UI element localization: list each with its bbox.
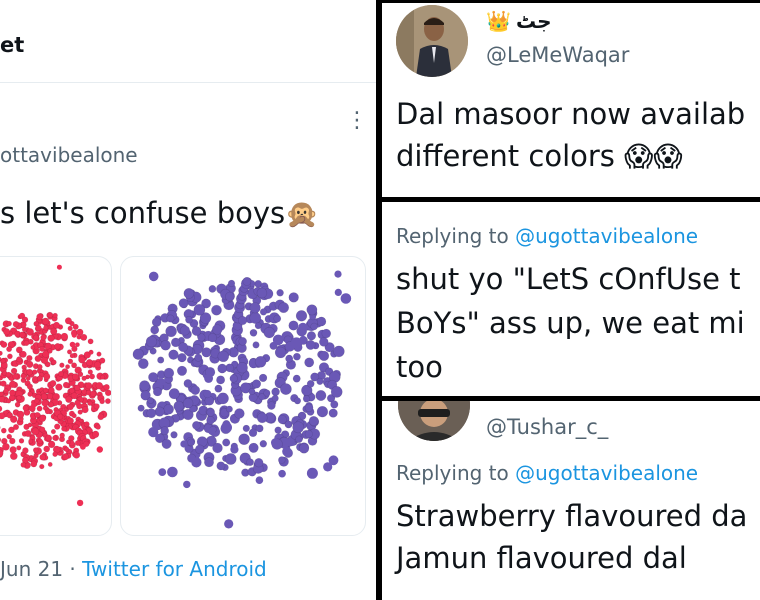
reply-text-line-2: different colors 😱😱 [396,139,683,173]
tweet-text: s let's confuse boys🙊 [0,196,319,230]
replying-to: Replying to @ugottavibealone [396,224,699,248]
reply-text-line-2: BoYs" ass up, we eat mi [396,306,745,340]
replying-to-handle-link[interactable]: @ugottavibealone [515,224,698,248]
reply-text-line-1: Strawberry flavoured da [396,499,748,533]
tweet-image-pink-lentils[interactable] [0,256,112,536]
reply-text-line-2: Jamun flavoured dal [396,541,687,575]
avatar-image [396,5,468,77]
tweet-source-link[interactable]: Twitter for Android [82,557,267,581]
tweet-header [0,0,376,83]
tweet-meta: Jun 21 · Twitter for Android [0,557,267,581]
more-icon[interactable]: ⋮ [346,108,368,133]
pink-lentils-image [0,264,111,507]
replying-to-handle-link[interactable]: @ugottavibealone [515,461,698,485]
tweet-date: Jun 21 [0,557,64,581]
avatar[interactable] [396,5,468,77]
left-tweet-panel: et ⋮ ottavibealone s let's confuse boys🙊… [0,0,376,600]
author-handle[interactable]: ottavibealone [0,143,138,167]
author-handle[interactable]: @Tushar_c_ [486,415,608,439]
crown-icon: 👑 [486,9,511,33]
avatar[interactable] [398,401,470,441]
purple-lentils-image [132,270,352,529]
meta-separator: · [69,557,76,581]
screaming-face-icon: 😱😱 [624,140,683,173]
reply-panel-lemewaqar: 👑 جٹ @LeMeWaqar Dal masoor now availab d… [382,3,760,197]
page-title: et [0,33,25,57]
reply-panel-tushar: @Tushar_c_ Replying to @ugottavibealone … [382,401,760,600]
tweet-image-purple-lentils[interactable] [120,256,366,536]
avatar-image [398,401,470,441]
reply-text-line-3: too [396,350,443,384]
replying-to: Replying to @ugottavibealone [396,461,699,485]
reply-text-line-1: Dal masoor now availab [396,97,746,131]
reply-panel-middle: Replying to @ugottavibealone shut yo "Le… [382,202,760,396]
monkey-emoji-icon: 🙊 [285,199,319,230]
display-name[interactable]: جٹ [516,9,552,33]
reply-text-line-1: shut yo "LetS cOnfUse t [396,262,741,296]
author-handle[interactable]: @LeMeWaqar [486,43,629,67]
